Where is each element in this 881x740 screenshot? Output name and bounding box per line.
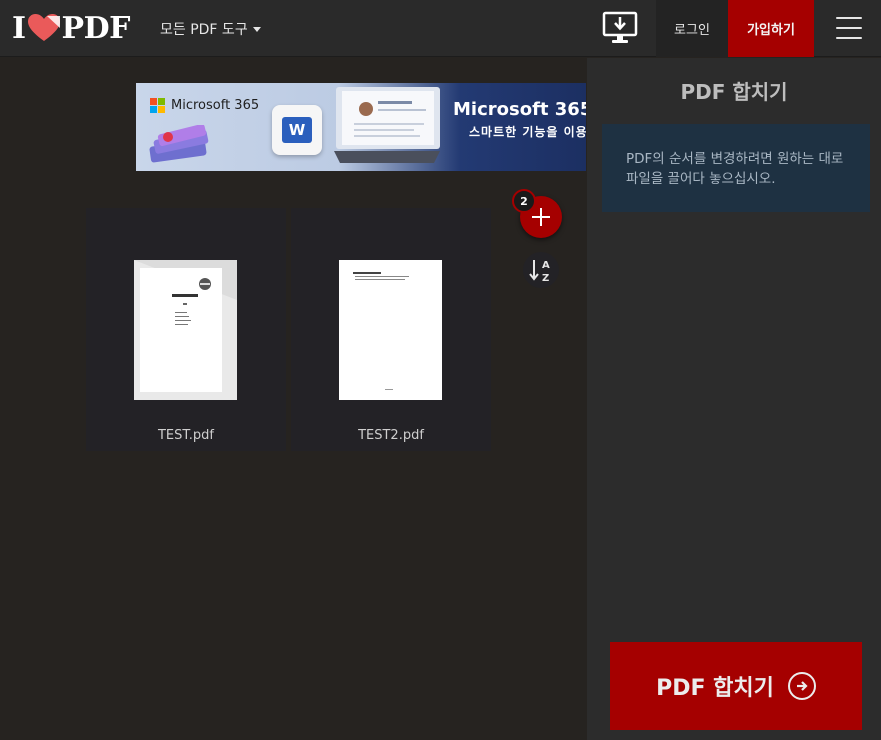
file-card[interactable]: TEST.pdf [86,208,286,451]
file-thumbnail [134,260,237,400]
merge-pdf-button-label: PDF 합치기 [656,676,774,701]
logo-pdf: PDF [61,10,131,46]
ad-headline: Microsoft 365로 [453,99,586,120]
ilovepdf-logo[interactable]: I PDF [12,10,130,46]
logo-letter-i: I [12,10,26,46]
all-pdf-tools-label: 모든 PDF 도구 [160,22,248,38]
signup-button[interactable]: 가입하기 [728,0,814,57]
file-card[interactable]: TEST2.pdf [291,208,491,451]
svg-text:A: A [542,260,550,271]
ad-brand-text: Microsoft 365 [171,98,260,113]
sort-az-icon: A Z [529,260,550,283]
all-pdf-tools-menu[interactable]: 모든 PDF 도구 [160,19,261,39]
login-button[interactable]: 로그인 [656,0,728,57]
desktop-app-download-button[interactable] [600,10,640,46]
microsoft-squares-icon [150,98,165,113]
pdf-page-preview-icon [134,260,237,392]
merge-options-sidebar: PDF 합치기 PDF의 순서를 변경하려면 원하는 대로 파일을 끌어다 놓으… [587,58,881,740]
document-stack-icon [149,125,209,163]
pdf-page-preview-icon [353,272,409,390]
reorder-info-text: PDF의 순서를 변경하려면 원하는 대로 파일을 끌어다 놓으십시오. [626,151,844,187]
file-workspace: Microsoft 365 W Microsoft 365로 스마트한 기능을 … [0,58,587,740]
heart-logo-icon [27,14,60,41]
file-thumbnail [339,260,442,400]
microsoft-logo: Microsoft 365 [150,98,259,113]
merge-pdf-button[interactable]: PDF 합치기 [610,642,862,730]
word-app-icon: W [272,105,322,155]
file-count-badge: 2 [512,189,536,213]
desktop-download-icon [602,11,638,43]
hamburger-menu-icon[interactable] [836,17,862,39]
svg-text:Z: Z [542,273,549,283]
sidebar-title: PDF 합치기 [680,80,788,104]
ad-subline: 스마트한 기능을 이용 [469,125,586,139]
top-navbar: I PDF 모든 PDF 도구 로그인 가입하기 [0,0,881,57]
sort-files-button[interactable]: A Z [523,252,559,288]
file-name: TEST.pdf [157,428,215,443]
arrow-right-circle-icon [787,672,816,700]
laptop-illustration-icon [334,87,440,163]
file-name: TEST2.pdf [358,428,424,443]
microsoft-365-ad-banner[interactable]: Microsoft 365 W Microsoft 365로 스마트한 기능을 … [136,83,586,171]
reorder-info-box: PDF의 순서를 변경하려면 원하는 대로 파일을 끌어다 놓으십시오. [602,124,870,212]
caret-down-icon [252,26,261,32]
